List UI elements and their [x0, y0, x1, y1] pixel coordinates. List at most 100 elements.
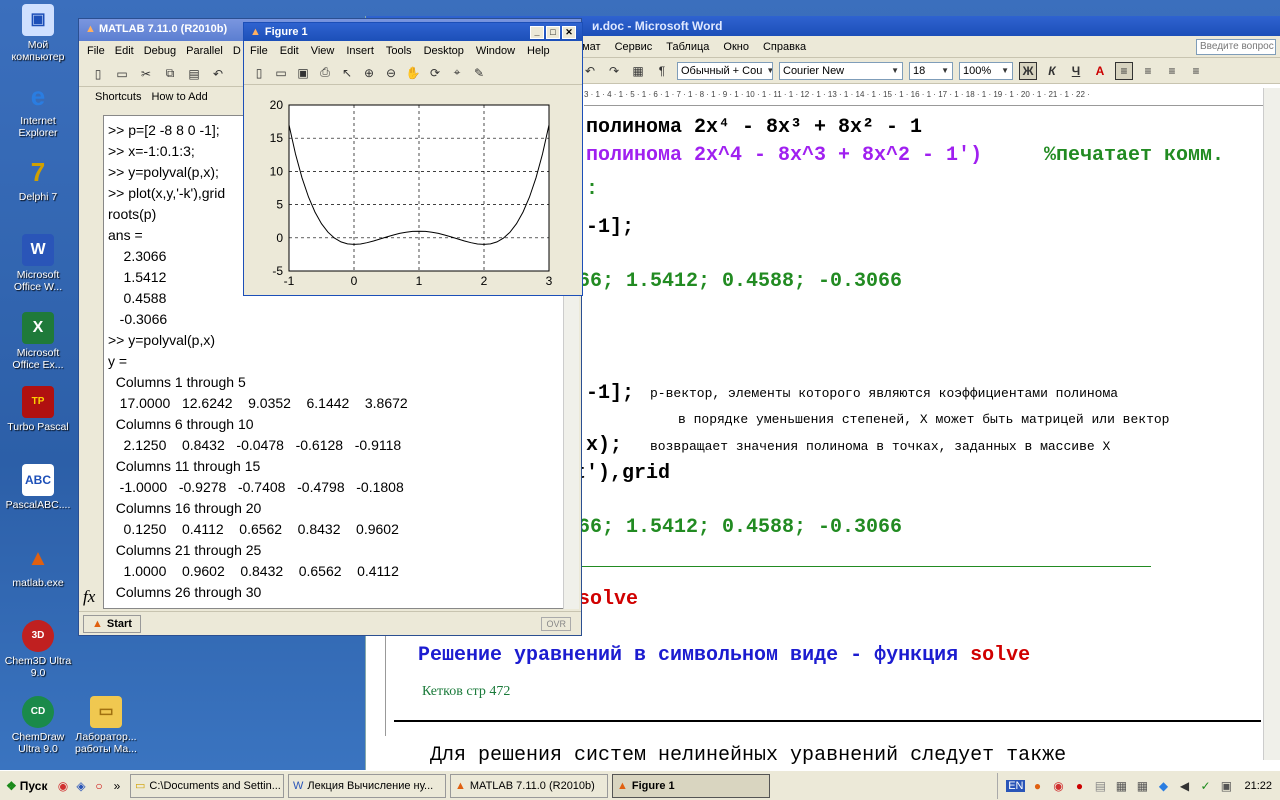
open-folder-icon[interactable]: ▭: [272, 64, 290, 82]
quick-launch-icon[interactable]: ◈: [72, 777, 90, 795]
pan-icon[interactable]: ✋: [404, 64, 422, 82]
paste-icon[interactable]: ▤: [185, 65, 203, 83]
tray-app-icon[interactable]: ◉: [1049, 777, 1067, 795]
desktop-icon-pascalabc[interactable]: ABC PascalABC....: [4, 464, 72, 511]
horizontal-ruler[interactable]: 3 · 1 · 4 · 1 · 5 · 1 · 6 · 1 · 7 · 1 · …: [584, 90, 1264, 106]
desktop-icon-word[interactable]: W Microsoft Office W...: [4, 234, 72, 293]
start-button[interactable]: ❖ Пуск: [2, 773, 54, 799]
desktop-icon-delphi[interactable]: 7 Delphi 7: [4, 156, 72, 203]
brush-icon[interactable]: ✎: [470, 64, 488, 82]
figure-menu-desktop[interactable]: Desktop: [424, 45, 464, 57]
figure-menu-edit[interactable]: Edit: [280, 45, 299, 57]
word-menu-service[interactable]: Сервис: [615, 41, 653, 53]
tray-app-icon[interactable]: ✓: [1196, 777, 1214, 795]
zoom-out-icon[interactable]: ⊖: [382, 64, 400, 82]
font-combo[interactable]: Courier New ▼: [779, 61, 903, 80]
pilcrow-icon[interactable]: ¶: [653, 62, 671, 80]
language-indicator[interactable]: EN: [1006, 779, 1026, 792]
taskbar-item-figure[interactable]: ▲ Figure 1: [612, 773, 770, 798]
table-icon[interactable]: ▦: [629, 62, 647, 80]
network-icon[interactable]: ▦: [1133, 777, 1151, 795]
print-icon[interactable]: ⎙: [316, 64, 334, 82]
desktop-icon-chem3d[interactable]: 3D Chem3D Ultra 9.0: [4, 620, 72, 679]
matlab-menu-parallel[interactable]: Parallel: [186, 45, 223, 57]
word-menu-table[interactable]: Таблица: [666, 41, 709, 53]
minimize-icon[interactable]: _: [530, 25, 544, 39]
tray-app-icon[interactable]: ●: [1028, 777, 1046, 795]
align-left-icon[interactable]: ≡: [1115, 61, 1133, 80]
figure-window[interactable]: ▲ Figure 1 _ □ ✕ File Edit View Insert T…: [243, 22, 583, 296]
volume-icon[interactable]: ◀: [1175, 777, 1193, 795]
opera-icon[interactable]: ○: [90, 777, 108, 795]
open-folder-icon[interactable]: ▭: [113, 65, 131, 83]
y-tick-label: 5: [276, 198, 283, 212]
windows-logo-icon: ❖: [6, 778, 17, 793]
fx-icon[interactable]: fx: [83, 587, 95, 607]
y-tick-label: 0: [276, 231, 283, 245]
tray-app-icon[interactable]: ▣: [1217, 777, 1235, 795]
figure-menu-window[interactable]: Window: [476, 45, 515, 57]
taskbar-item-word[interactable]: W Лекция Вычисление ну...: [288, 773, 446, 798]
matlab-menu-edit[interactable]: Edit: [115, 45, 134, 57]
desktop-icon-chemdraw[interactable]: CD ChemDraw Ultra 9.0: [4, 696, 72, 755]
font-size-combo[interactable]: 18 ▼: [909, 61, 953, 80]
undo-icon[interactable]: ↶: [581, 62, 599, 80]
word-vertical-scrollbar[interactable]: [1263, 88, 1280, 760]
zoom-combo[interactable]: 100% ▼: [959, 61, 1013, 80]
figure-menu-help[interactable]: Help: [527, 45, 550, 57]
figure-titlebar[interactable]: ▲ Figure 1 _ □ ✕: [244, 23, 582, 41]
align-right-icon[interactable]: ≡: [1163, 62, 1181, 80]
tray-app-icon[interactable]: ▤: [1091, 777, 1109, 795]
figure-menu-insert[interactable]: Insert: [346, 45, 374, 57]
shortcuts-label[interactable]: Shortcuts: [95, 91, 141, 103]
close-icon[interactable]: ✕: [562, 25, 576, 39]
data-cursor-icon[interactable]: ⌖: [448, 64, 466, 82]
matlab-start-button[interactable]: ▲ Start: [83, 614, 141, 633]
desktop-icon-turbo-pascal[interactable]: TP Turbo Pascal: [4, 386, 72, 433]
zoom-in-icon[interactable]: ⊕: [360, 64, 378, 82]
taskbar-item-matlab[interactable]: ▲ MATLAB 7.11.0 (R2010b): [450, 773, 608, 798]
bold-icon[interactable]: Ж: [1019, 61, 1037, 80]
word-ask-question-input[interactable]: Введите вопрос: [1196, 38, 1276, 55]
desktop-icon-my-computer[interactable]: ▣ Мой компьютер: [4, 4, 72, 63]
network-icon[interactable]: ▦: [1112, 777, 1130, 795]
undo-icon[interactable]: ↶: [209, 65, 227, 83]
matlab-menu-file[interactable]: File: [87, 45, 105, 57]
figure-menu-file[interactable]: File: [250, 45, 268, 57]
maximize-icon[interactable]: □: [546, 25, 560, 39]
desktop-icon-internet-explorer[interactable]: e Internet Explorer: [4, 80, 72, 139]
desktop-icon-lab-folder[interactable]: ▭ Лаборатор... работы Ma...: [72, 696, 140, 755]
expand-chevron-icon[interactable]: »: [108, 777, 126, 795]
figure-menu-view[interactable]: View: [311, 45, 335, 57]
matlab-menu-debug[interactable]: Debug: [144, 45, 176, 57]
italic-icon[interactable]: К: [1043, 62, 1061, 80]
underline-icon[interactable]: Ч: [1067, 62, 1085, 80]
matlab-menu-desktop[interactable]: D: [233, 45, 241, 57]
cut-icon[interactable]: ✂: [137, 65, 155, 83]
align-center-icon[interactable]: ≡: [1139, 62, 1157, 80]
delphi-icon: 7: [30, 157, 46, 187]
pointer-icon[interactable]: ↖: [338, 64, 356, 82]
how-to-add-link[interactable]: How to Add: [151, 91, 207, 103]
tray-app-icon[interactable]: ◆: [1154, 777, 1172, 795]
tray-app-icon[interactable]: ●: [1070, 777, 1088, 795]
word-title: и.doc - Microsoft Word: [592, 19, 723, 33]
save-icon[interactable]: ▣: [294, 64, 312, 82]
justify-icon[interactable]: ≡: [1187, 62, 1205, 80]
desktop-icon-matlab[interactable]: ▲ matlab.exe: [4, 542, 72, 590]
figure-plot[interactable]: -1 0 1 2 3 -5 0 5 10 15 20: [244, 87, 582, 295]
rotate-icon[interactable]: ⟳: [426, 64, 444, 82]
font-color-icon[interactable]: A: [1091, 62, 1109, 80]
new-file-icon[interactable]: ▯: [89, 65, 107, 83]
new-figure-icon[interactable]: ▯: [250, 64, 268, 82]
figure-menu-tools[interactable]: Tools: [386, 45, 412, 57]
taskbar-item-explorer[interactable]: ▭ C:\Documents and Settin...: [130, 773, 284, 798]
redo-icon[interactable]: ↷: [605, 62, 623, 80]
style-combo[interactable]: Обычный + Cou▼: [677, 61, 773, 80]
clock[interactable]: 21:22: [1244, 780, 1272, 792]
chrome-icon[interactable]: ◉: [54, 777, 72, 795]
desktop-icon-excel[interactable]: X Microsoft Office Ex...: [4, 312, 72, 371]
word-menu-window[interactable]: Окно: [723, 41, 749, 53]
copy-icon[interactable]: ⧉: [161, 65, 179, 83]
word-menu-help[interactable]: Справка: [763, 41, 806, 53]
